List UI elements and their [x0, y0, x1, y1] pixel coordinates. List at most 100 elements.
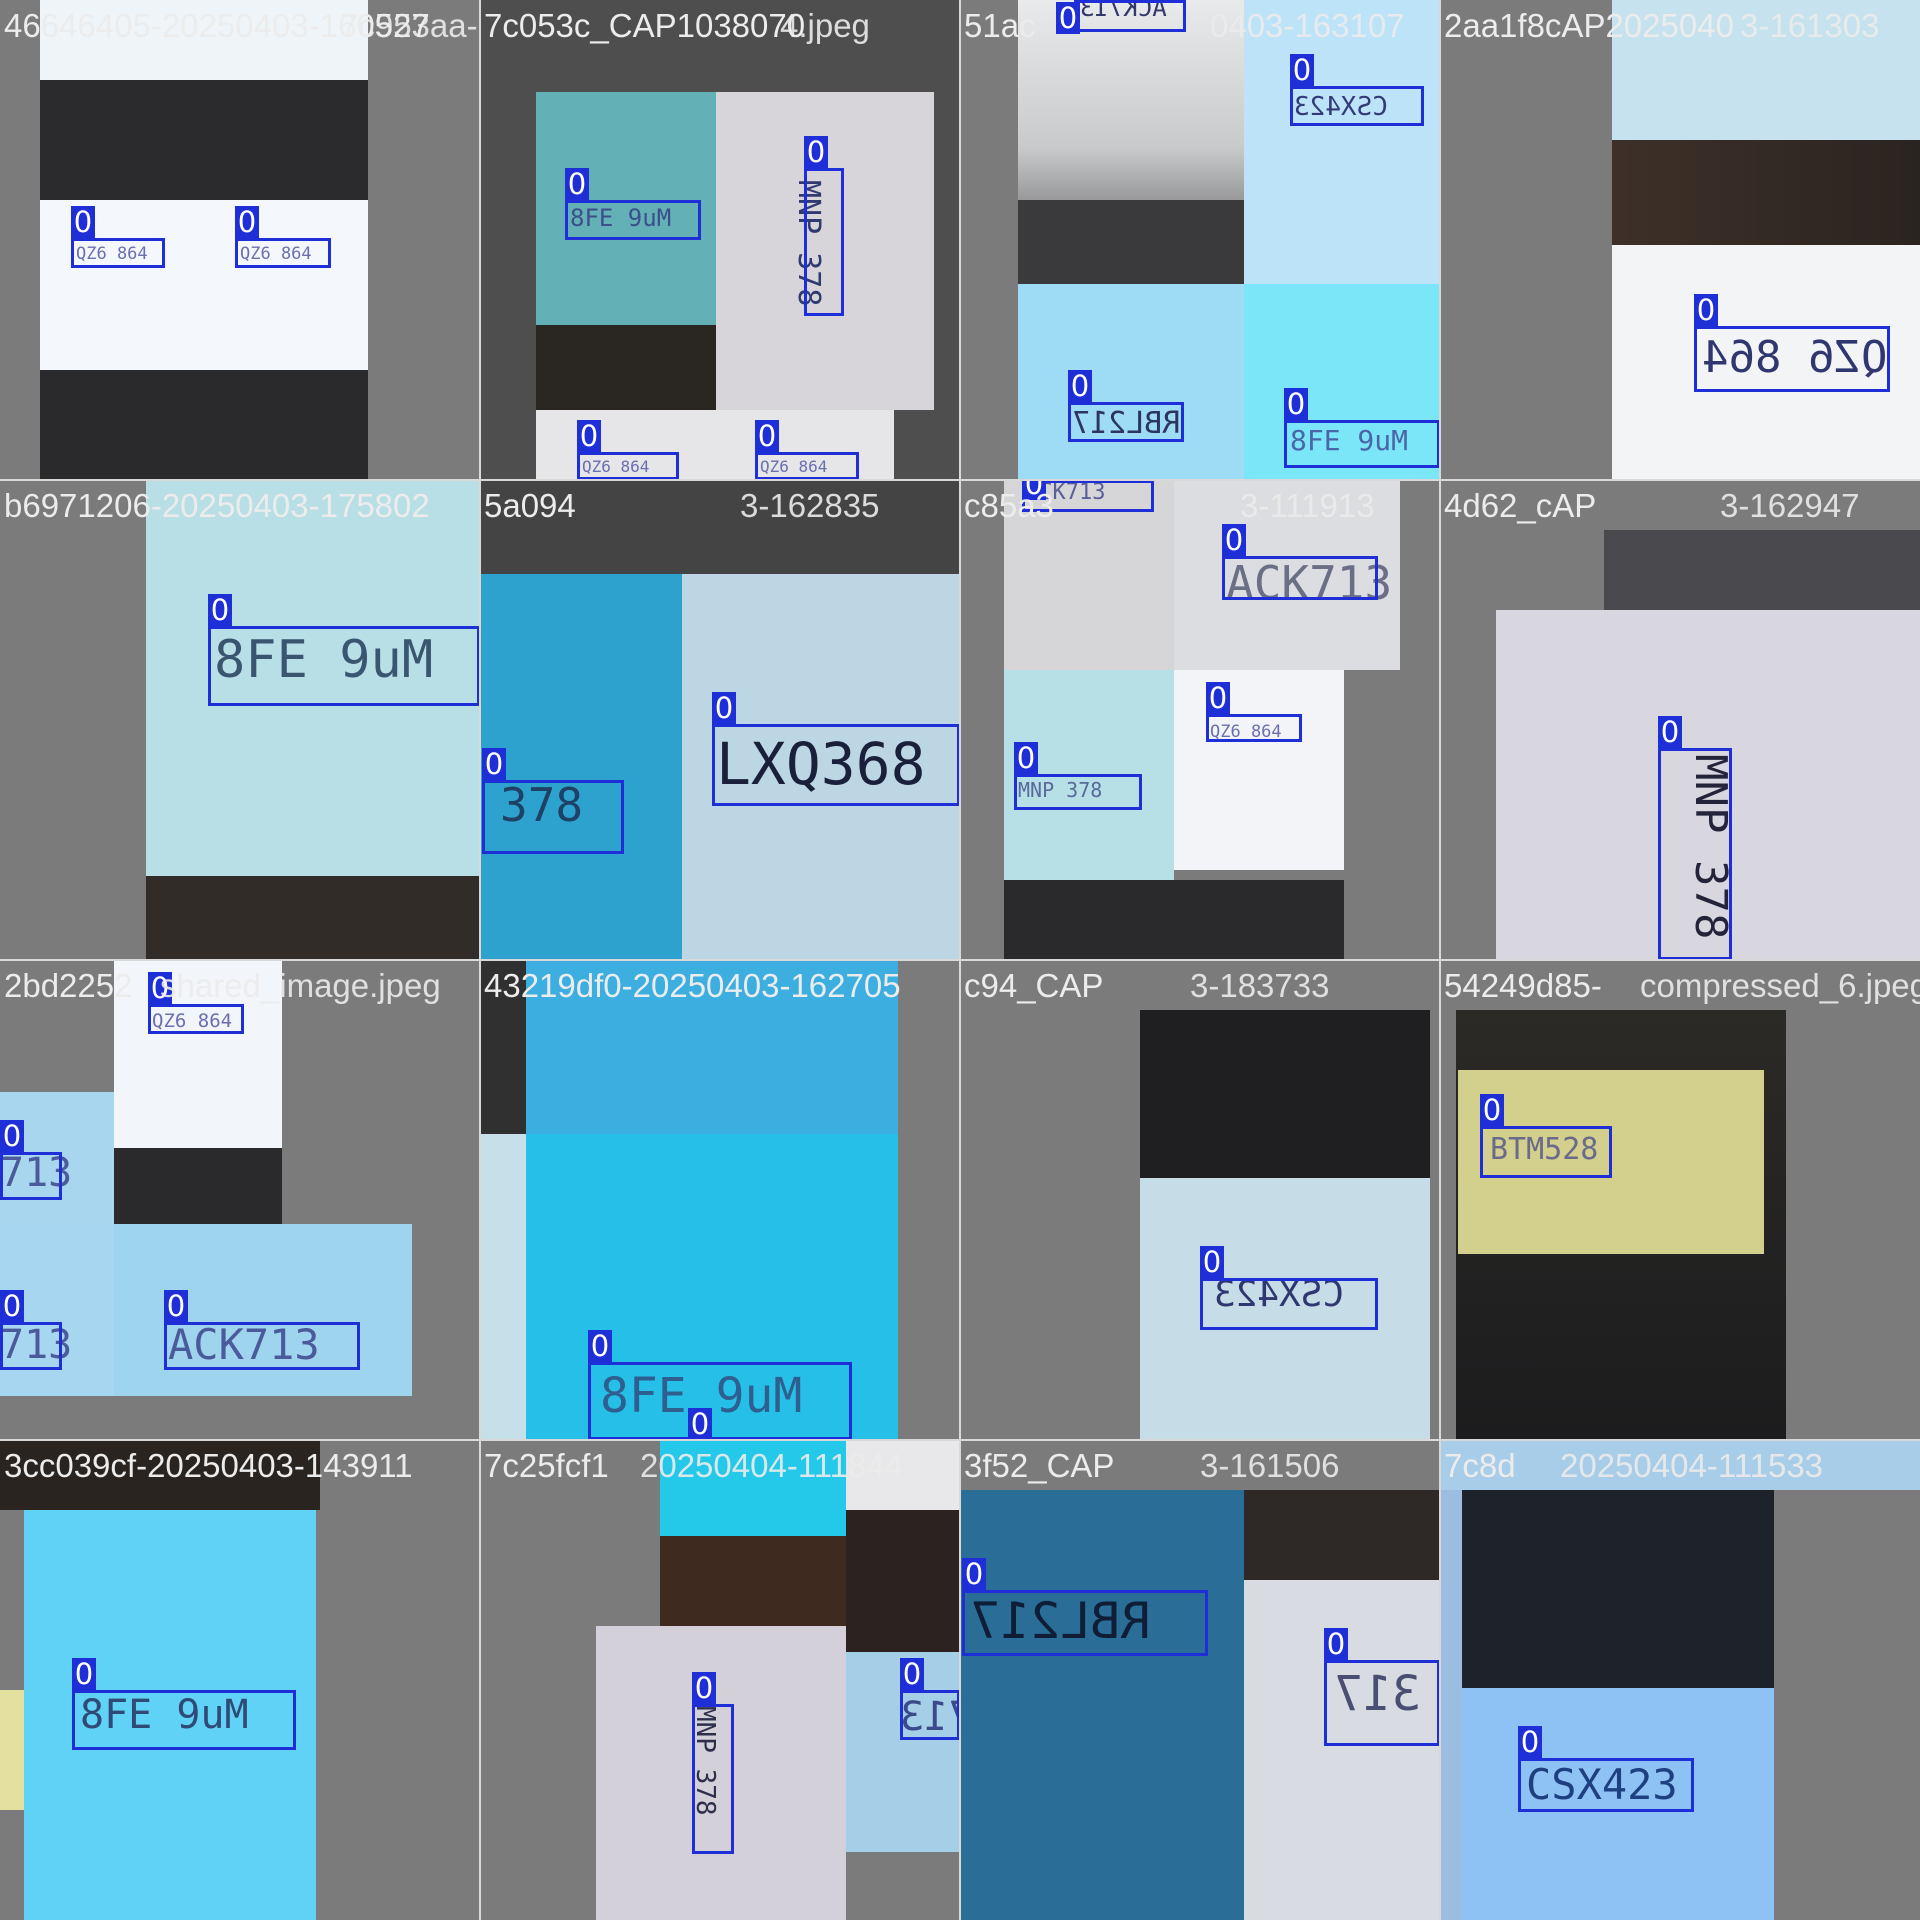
dark-background [146, 876, 480, 960]
dark-background [114, 1148, 282, 1228]
class-label: 0 [565, 168, 589, 200]
dark-background [1140, 1010, 1430, 1180]
dark-background [40, 370, 368, 480]
class-label: 0 [1284, 388, 1308, 420]
image-filename: 3-111913 [1240, 487, 1375, 524]
paper-light-blue [1440, 1490, 1462, 1920]
image-filename: c85a3 [964, 487, 1054, 524]
bounding-box [1658, 748, 1732, 960]
bounding-box [1290, 86, 1424, 126]
class-label: 0 [72, 1658, 96, 1690]
class-label: 0 [208, 594, 232, 626]
image-filename: shared_image.jpeg [160, 967, 441, 1004]
image-filename: 20250404-111844 [640, 1447, 904, 1484]
tile-0: QZ6 864 0 QZ6 864 0 46646405-20250403-16… [0, 0, 480, 480]
paper-blue [480, 574, 682, 960]
image-filename: 4d62_cAP [1444, 487, 1597, 524]
bounding-box [962, 1590, 1208, 1656]
bounding-box [1324, 1660, 1440, 1746]
bounding-box [235, 238, 331, 268]
tile-8: QZ6 864 0 713 0 713 0 ACK713 0 2bd2252 s… [0, 960, 480, 1440]
image-filename: 2bd2252 [4, 967, 133, 1004]
class-label: 0 [0, 1120, 24, 1152]
class-label: 0 [71, 206, 95, 238]
bounding-box [692, 1704, 734, 1854]
bounding-box [804, 168, 844, 316]
class-label: 0 [1518, 1726, 1542, 1758]
tile-4: 8FE 9uM 0 b6971206-20250403-175802 [0, 480, 480, 960]
paper-blue [1018, 284, 1244, 480]
grid-separator [0, 479, 1920, 481]
bounding-box [71, 238, 165, 268]
class-label: 0 [1324, 1628, 1348, 1660]
image-filename: 3-162947 [1720, 487, 1860, 524]
image-filename: b6971206-20250403-175802 [4, 487, 430, 524]
class-label: 0 [1658, 716, 1682, 748]
bounding-box [755, 452, 859, 480]
image-filename: 51ac [964, 7, 1036, 44]
bounding-box [900, 1690, 960, 1740]
bounding-box [1284, 420, 1440, 468]
image-mosaic: QZ6 864 0 QZ6 864 0 46646405-20250403-16… [0, 0, 1920, 1920]
dark-background [1612, 140, 1920, 245]
class-label: 0 [1480, 1094, 1504, 1126]
pad [898, 960, 960, 1440]
image-filename: 3-183733 [1190, 967, 1330, 1004]
bounding-box [148, 1004, 244, 1034]
class-label: 0 [688, 1408, 712, 1440]
tile-1: 8FE 9uM 0 MNP 378 0 QZ6 864 0 QZ6 864 0 … [480, 0, 960, 480]
tile-10: CSX423 0 c94_CAP 3-183733 [960, 960, 1440, 1440]
grid-separator [0, 959, 1920, 961]
class-label: 0 [0, 1290, 24, 1322]
bounding-box [1480, 1126, 1612, 1178]
bounding-box [1694, 326, 1890, 392]
image-filename: 7c25fcf1 [484, 1447, 609, 1484]
image-filename: 5a094 [484, 487, 576, 524]
bounding-box [1518, 1758, 1694, 1812]
bounding-box [1222, 556, 1378, 600]
image-filename: 20250404-111533 [1560, 1447, 1824, 1484]
dark-background [40, 80, 368, 200]
tile-13: MNP 378 0 713 0 7c25fcf1 20250404-111844 [480, 1440, 960, 1920]
image-filename: 43219df0-20250403-162705 [484, 967, 901, 1004]
tile-12: 8FE 9uM 0 3cc039cf-20250403-143911 [0, 1440, 480, 1920]
bounding-box [1200, 1278, 1378, 1330]
paper-white [1174, 670, 1344, 870]
image-filename: 54249d85- [1444, 967, 1602, 1004]
image-filename: 3f52_CAP [964, 1447, 1115, 1484]
bounding-box [577, 452, 679, 480]
dark-background [536, 325, 716, 410]
image-filename: compressed_6.jpeg [1640, 967, 1920, 1004]
paper-light-blue [114, 1224, 412, 1396]
image-filename: 7c053c_CAP1038070 [484, 7, 806, 44]
class-label: 0 [1290, 54, 1314, 86]
class-label: 0 [482, 748, 506, 780]
image-filename: 7c8d [1444, 1447, 1516, 1484]
bounding-box [1074, 0, 1186, 32]
class-label: 0 [1068, 370, 1092, 402]
bounding-box [164, 1322, 360, 1370]
paper-yellow [0, 1690, 24, 1810]
image-filename: c94_CAP [964, 967, 1104, 1004]
paper-blue [960, 1490, 1244, 1920]
class-label: 0 [235, 206, 259, 238]
image-filename: 3-162835 [740, 487, 880, 524]
class-label: 0 [1200, 1246, 1224, 1278]
tile-9: 8FE 9uM 0 0 43219df0-20250403-162705 [480, 960, 960, 1440]
class-label: 0 [1206, 682, 1230, 714]
tile-7: MNP 378 0 4d62_cAP 3-162947 [1440, 480, 1920, 960]
bounding-box [712, 724, 960, 806]
bounding-box [565, 200, 701, 240]
dark-background [1018, 200, 1244, 284]
class-label: 0 [692, 1672, 716, 1704]
image-filename: 4.jpeg [780, 7, 870, 44]
image-filename: 3-161303 [1740, 7, 1880, 44]
class-label: 0 [1014, 742, 1038, 774]
class-label: 0 [164, 1290, 188, 1322]
class-label: 0 [1056, 2, 1080, 34]
bounding-box [72, 1690, 296, 1750]
bounding-box [588, 1362, 852, 1440]
bounding-box [482, 780, 624, 854]
image-filename: 3cc039cf-20250403-143911 [4, 1447, 413, 1484]
dark-background [1462, 1490, 1774, 1690]
